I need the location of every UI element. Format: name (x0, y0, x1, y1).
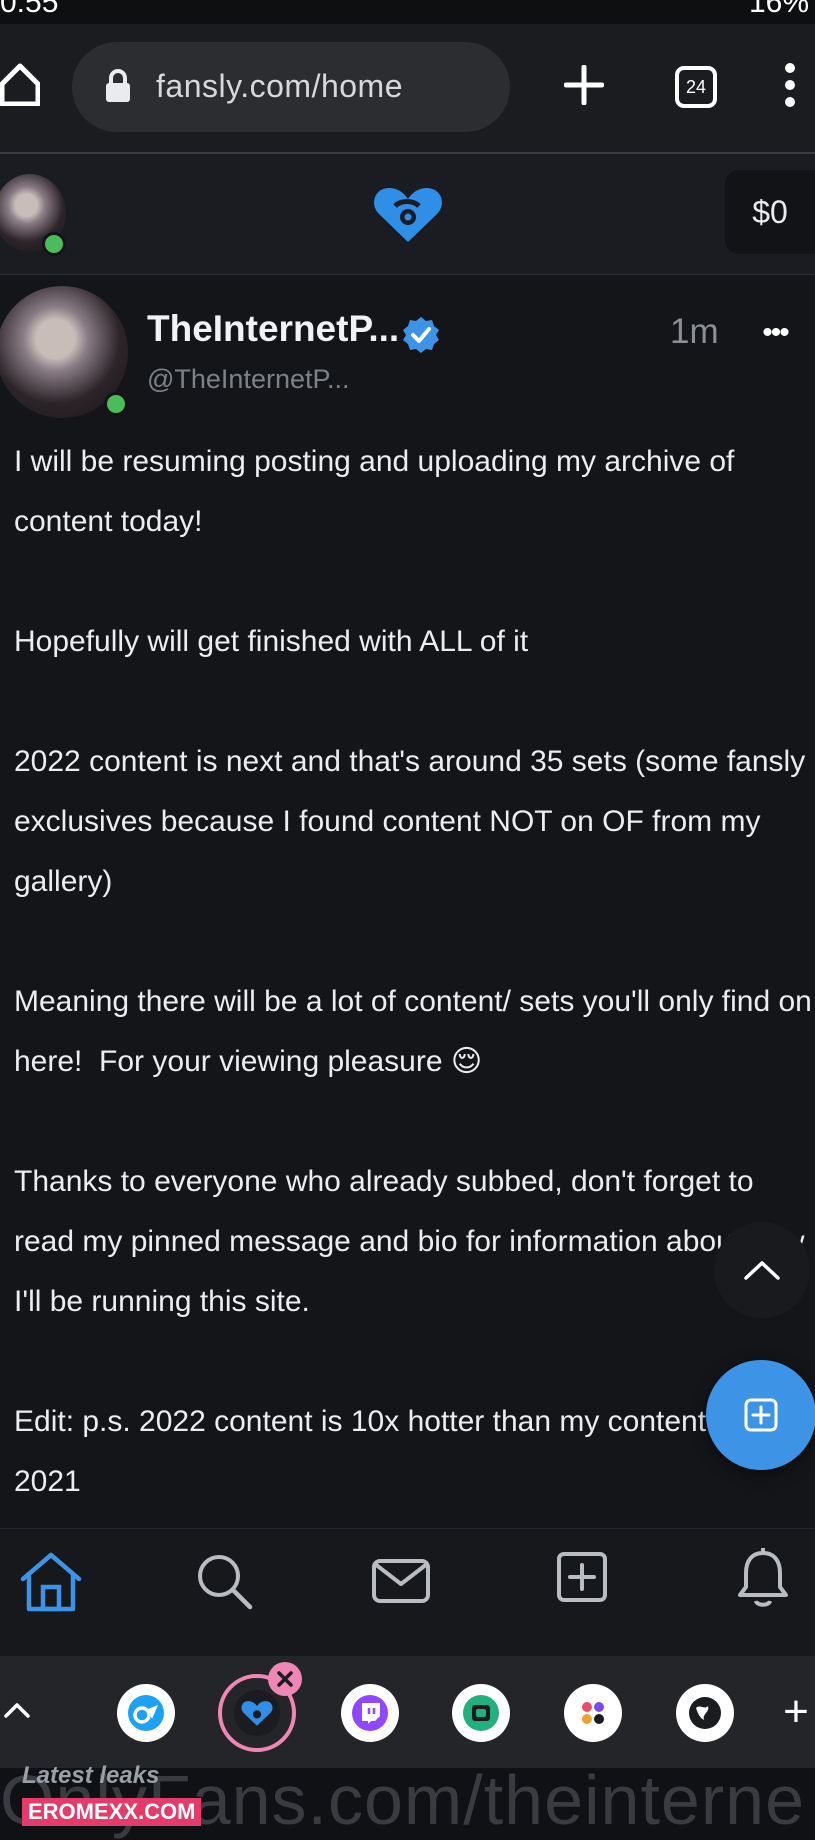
status-bar: 0:55 16% (0, 0, 815, 24)
tab-twitch[interactable] (341, 1684, 399, 1742)
app-header: $0 (0, 154, 815, 275)
green-app-icon (463, 1695, 499, 1731)
online-indicator (42, 232, 66, 256)
balance-value: $0 (752, 193, 788, 230)
status-battery: 16% (748, 0, 809, 19)
chevron-up-icon (744, 1261, 780, 1280)
dots-app-icon (582, 1702, 604, 1724)
onlyfans-icon (128, 1695, 164, 1731)
tab-green-app[interactable] (452, 1684, 510, 1742)
fansly-logo-icon[interactable] (372, 182, 444, 246)
notifications-icon[interactable] (735, 1545, 791, 1611)
author-online-indicator (104, 392, 128, 416)
browser-toolbar: fansly.com/home 24 (0, 24, 815, 154)
post-paragraph: Meaning there will be a lot of content/ … (14, 985, 812, 1078)
messages-icon[interactable] (370, 1553, 432, 1609)
post-paragraph: Hopefully will get finished with ALL of … (14, 625, 529, 658)
tab-dots-app[interactable] (564, 1684, 622, 1742)
fansly-icon (234, 1690, 280, 1736)
tab-onlyfans[interactable] (117, 1684, 175, 1742)
twitch-icon (352, 1695, 388, 1731)
post-paragraph: I will be resuming posting and uploading… (14, 445, 743, 538)
post-time: 1m (670, 312, 719, 351)
status-time: 0:55 (0, 0, 59, 19)
post-paragraph: 2022 content is next and that's around 3… (14, 745, 814, 898)
search-icon[interactable] (192, 1549, 256, 1613)
close-tab-icon[interactable] (268, 1662, 302, 1696)
watermark-brand-top: Latest leaks (22, 1762, 160, 1789)
compose-icon (744, 1398, 778, 1432)
create-post-icon[interactable] (554, 1549, 610, 1605)
bottom-navigation (0, 1528, 815, 1657)
watermark-brand-bottom: EROMEXX.COM (22, 1798, 202, 1826)
author-name[interactable]: TheInternetP... (147, 308, 399, 350)
home-icon[interactable] (18, 1549, 84, 1615)
post-paragraph: Edit: p.s. 2022 content is 10x hotter th… (14, 1405, 774, 1498)
url-text[interactable]: fansly.com/home (156, 68, 403, 105)
verified-badge-icon (402, 316, 440, 354)
browser-menu-icon[interactable] (778, 62, 802, 108)
new-post-fab[interactable] (706, 1360, 815, 1470)
post-body: I will be resuming posting and uploading… (14, 432, 814, 1512)
post-paragraph: Thanks to everyone who already subbed, d… (14, 1165, 813, 1318)
wallet-balance[interactable]: $0 (725, 170, 815, 254)
tab-switcher-button[interactable]: 24 (675, 66, 717, 108)
new-tab-icon[interactable] (563, 64, 605, 106)
globe-icon (689, 1697, 721, 1729)
home-icon[interactable] (0, 54, 40, 114)
author-handle[interactable]: @TheInternetP... (147, 364, 350, 395)
address-bar[interactable]: fansly.com/home (72, 42, 510, 132)
chevron-up-icon[interactable] (2, 1692, 32, 1728)
tab-strip: + (0, 1656, 815, 1768)
tab-globe[interactable] (676, 1684, 734, 1742)
tab-count: 24 (685, 76, 707, 97)
lock-icon (102, 64, 134, 108)
scroll-to-top-button[interactable] (714, 1222, 810, 1318)
post-options-icon[interactable]: ••• (752, 316, 798, 349)
add-tab-icon[interactable]: + (778, 1687, 814, 1736)
